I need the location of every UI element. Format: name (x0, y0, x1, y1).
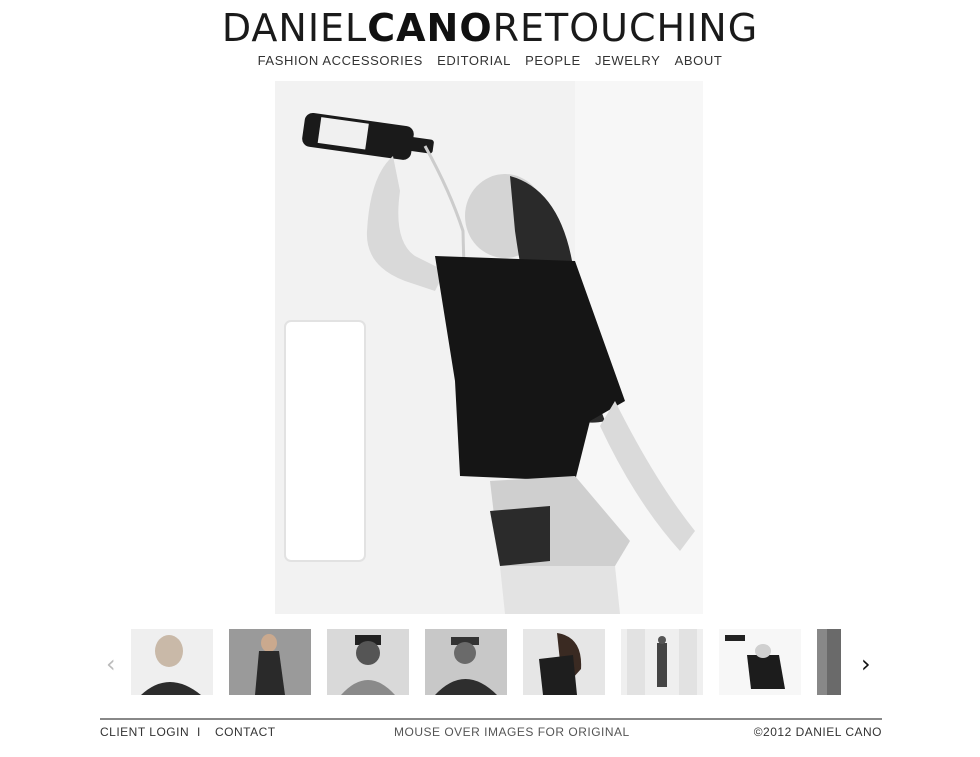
nav-item-editorial[interactable]: EDITORIAL (437, 53, 511, 68)
thumbnail[interactable] (425, 629, 507, 695)
mouse-over-hint: MOUSE OVER IMAGES FOR ORIGINAL (394, 725, 630, 739)
logo-part-cano: CANO (367, 6, 493, 50)
site-logo[interactable]: DANIELCANORETOUCHING (0, 6, 980, 50)
thumbnail[interactable] (131, 629, 213, 695)
logo-part-daniel: DANIEL (221, 6, 368, 50)
logo-part-retouching: RETOUCHING (492, 6, 759, 50)
thumbnail[interactable] (719, 629, 801, 695)
contact-link[interactable]: CONTACT (215, 725, 276, 739)
nav-item-fashion-accessories[interactable]: FASHION ACCESSORIES (258, 53, 423, 68)
client-login-link[interactable]: CLIENT LOGIN (100, 725, 189, 739)
footer-separator: I (197, 725, 201, 739)
nav-item-about[interactable]: ABOUT (675, 53, 723, 68)
footer-divider (100, 718, 882, 720)
hero-image[interactable] (275, 81, 703, 614)
nav-item-people[interactable]: PEOPLE (525, 53, 581, 68)
thumbnail[interactable] (621, 629, 703, 695)
main-nav: FASHION ACCESSORIES EDITORIAL PEOPLE JEW… (0, 53, 980, 68)
nav-item-jewelry[interactable]: JEWELRY (595, 53, 660, 68)
thumbnail[interactable] (817, 629, 841, 695)
thumbnail[interactable] (327, 629, 409, 695)
thumbnail[interactable] (523, 629, 605, 695)
chevron-left-icon[interactable]: ‹ (106, 652, 116, 676)
chevron-right-icon[interactable]: › (861, 652, 871, 676)
thumbnail-strip (0, 629, 980, 695)
thumbnail[interactable] (229, 629, 311, 695)
copyright-text: ©2012 DANIEL CANO (753, 725, 882, 739)
